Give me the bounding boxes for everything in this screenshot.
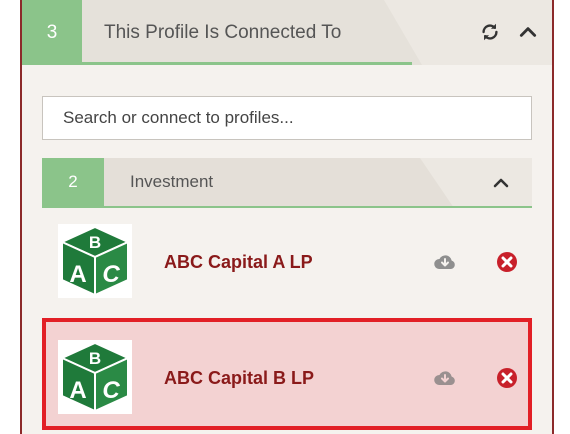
- svg-text:B: B: [89, 233, 101, 252]
- chevron-up-icon[interactable]: [490, 172, 512, 194]
- connection-count-badge: 3: [22, 0, 82, 65]
- abc-blocks-logo: B A C: [58, 224, 132, 298]
- panel-title: This Profile Is Connected To: [104, 22, 342, 43]
- group-underline: [42, 206, 532, 208]
- profile-link[interactable]: ABC Capital B LP: [164, 368, 314, 389]
- profile-search-input[interactable]: [42, 96, 532, 140]
- svg-text:B: B: [89, 349, 101, 368]
- svg-text:A: A: [69, 261, 86, 288]
- panel-header: 3 This Profile Is Connected To: [22, 0, 552, 65]
- svg-text:C: C: [102, 261, 120, 288]
- svg-text:A: A: [69, 377, 86, 404]
- remove-circle-icon[interactable]: [494, 366, 520, 390]
- list-item-selected[interactable]: B A C ABC Capital B LP: [42, 318, 532, 430]
- connected-profiles-panel: 3 This Profile Is Connected To 2 Investm…: [20, 0, 554, 434]
- svg-text:C: C: [102, 377, 120, 404]
- remove-circle-icon[interactable]: [494, 250, 520, 274]
- chevron-up-icon[interactable]: [516, 20, 540, 44]
- profile-link[interactable]: ABC Capital A LP: [164, 252, 313, 273]
- cloud-download-icon[interactable]: [432, 366, 458, 390]
- group-label: Investment: [130, 172, 214, 191]
- cloud-download-icon[interactable]: [432, 250, 458, 274]
- group-header-investment[interactable]: 2 Investment: [42, 158, 532, 208]
- refresh-icon[interactable]: [478, 20, 502, 44]
- abc-blocks-logo: B A C: [58, 340, 132, 414]
- group-count-badge: 2: [42, 158, 104, 206]
- list-item[interactable]: B A C ABC Capital A LP: [42, 210, 532, 316]
